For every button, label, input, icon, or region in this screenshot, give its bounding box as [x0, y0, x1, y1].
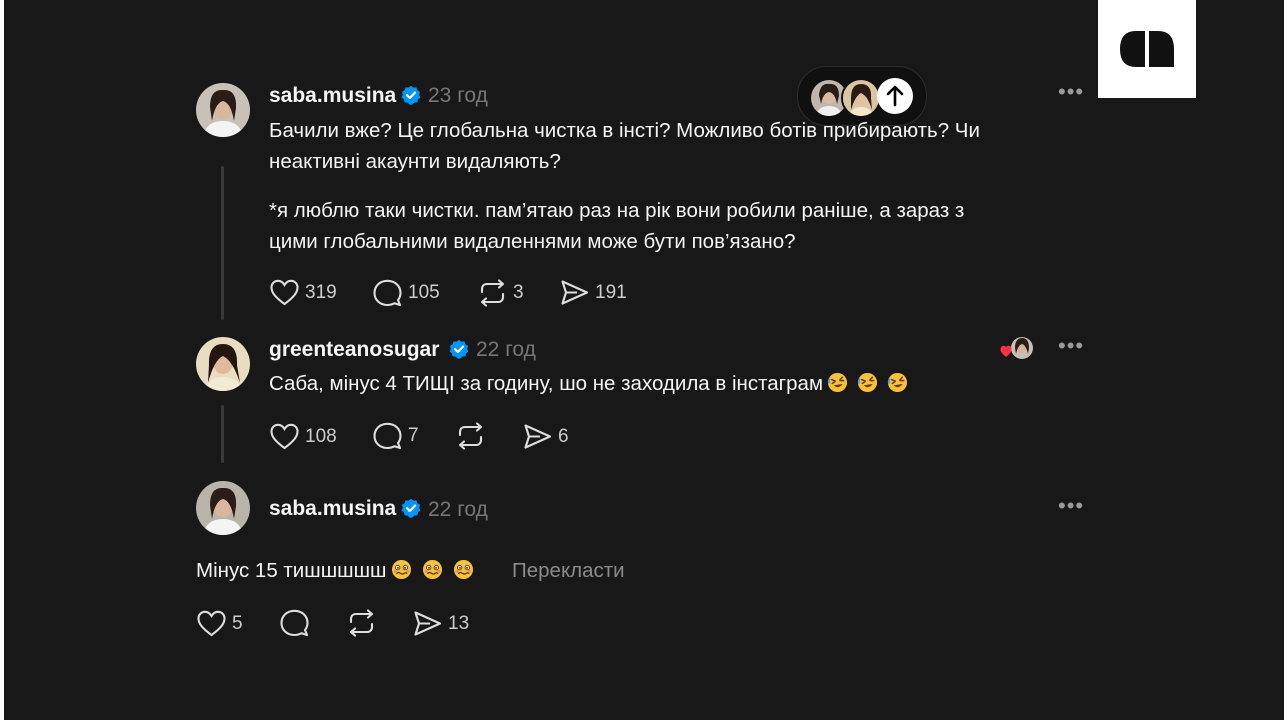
more-options-icon[interactable]: •••: [1058, 333, 1084, 359]
post-text-line: неактивні акаунти видаляють?: [269, 150, 561, 173]
post-text-line: Бачили вже? Це глобальна чистка в інсті?…: [269, 119, 980, 142]
like-count: 319: [305, 281, 337, 303]
post-timestamp: 23 год: [428, 84, 488, 107]
post-timestamp: 22 год: [428, 498, 488, 521]
post-text-line: *я люблю таки чистки. пам’ятаю раз на рі…: [269, 199, 965, 222]
send-icon: [524, 424, 552, 449]
post-text-line: цими глобальними видаленнями може бути п…: [269, 230, 796, 253]
avatar[interactable]: [196, 83, 250, 137]
share-count: 191: [595, 281, 627, 303]
heart-icon: [270, 423, 299, 450]
post-timestamp: 22 год: [476, 338, 536, 361]
post-username[interactable]: saba.musina: [269, 497, 396, 521]
comment-count: 7: [408, 425, 419, 446]
rofl-emoji-icon: [827, 372, 848, 393]
repost-icon: [458, 422, 483, 450]
more-options-icon[interactable]: •••: [1058, 493, 1084, 519]
repost-icon: [480, 279, 505, 307]
bottom-border: [0, 720, 1288, 728]
comment-count: 105: [408, 282, 440, 303]
send-icon: [414, 611, 442, 636]
liked-by-author-indicator: [1000, 336, 1034, 360]
like-button[interactable]: 108: [270, 423, 337, 450]
thread-line: [221, 405, 224, 463]
heart-icon: [270, 279, 299, 306]
like-count: 108: [305, 425, 337, 447]
threads-feed-frame: saba.musina 23 год ••• Бачили вже? Це гл…: [4, 0, 1284, 720]
translate-link[interactable]: Перекласти: [512, 559, 625, 583]
post-username[interactable]: greenteanosugar: [269, 338, 439, 362]
like-button[interactable]: 319: [270, 279, 337, 306]
repost-icon: [349, 609, 374, 637]
rofl-emoji-icon: [857, 372, 878, 393]
like-button[interactable]: 5: [197, 610, 243, 637]
brand-logo: [1098, 0, 1196, 98]
avatar[interactable]: [196, 481, 250, 535]
avatar[interactable]: [196, 337, 250, 391]
arrow-up-icon[interactable]: [877, 78, 913, 114]
repost-count: 3: [513, 282, 524, 303]
thread-line: [221, 166, 224, 320]
like-count: 5: [232, 612, 243, 634]
share-count: 6: [558, 425, 569, 447]
repost-button[interactable]: 3: [478, 279, 524, 307]
mini-avatar-2: [841, 78, 881, 118]
woozy-face-emoji-icon: [453, 559, 473, 580]
comment-button[interactable]: [280, 609, 309, 637]
post-text-line: Мінус 15 тишшшшш: [196, 555, 474, 586]
post-username[interactable]: saba.musina: [269, 84, 396, 108]
woozy-face-emoji-icon: [391, 559, 411, 580]
heart-icon: [197, 610, 226, 637]
comment-button[interactable]: 105: [373, 279, 440, 307]
verified-badge-icon: [449, 339, 469, 359]
share-count: 13: [448, 612, 470, 634]
send-icon: [561, 280, 589, 305]
comment-icon: [373, 422, 402, 450]
more-options-icon[interactable]: •••: [1058, 79, 1084, 105]
share-button[interactable]: 13: [413, 610, 469, 637]
verified-badge-icon: [401, 85, 421, 105]
comment-icon: [373, 279, 402, 307]
share-button[interactable]: 6: [523, 423, 569, 450]
share-button[interactable]: 191: [560, 279, 627, 306]
repost-button[interactable]: [456, 422, 485, 450]
post-text-line: Саба, мінус 4 ТИЩІ за годину, шо не захо…: [269, 368, 908, 399]
comment-button[interactable]: 7: [373, 422, 419, 450]
rofl-emoji-icon: [887, 372, 908, 393]
woozy-face-emoji-icon: [422, 559, 442, 580]
verified-badge-icon: [401, 498, 421, 518]
comment-icon: [280, 609, 309, 637]
repost-button[interactable]: [347, 609, 376, 637]
